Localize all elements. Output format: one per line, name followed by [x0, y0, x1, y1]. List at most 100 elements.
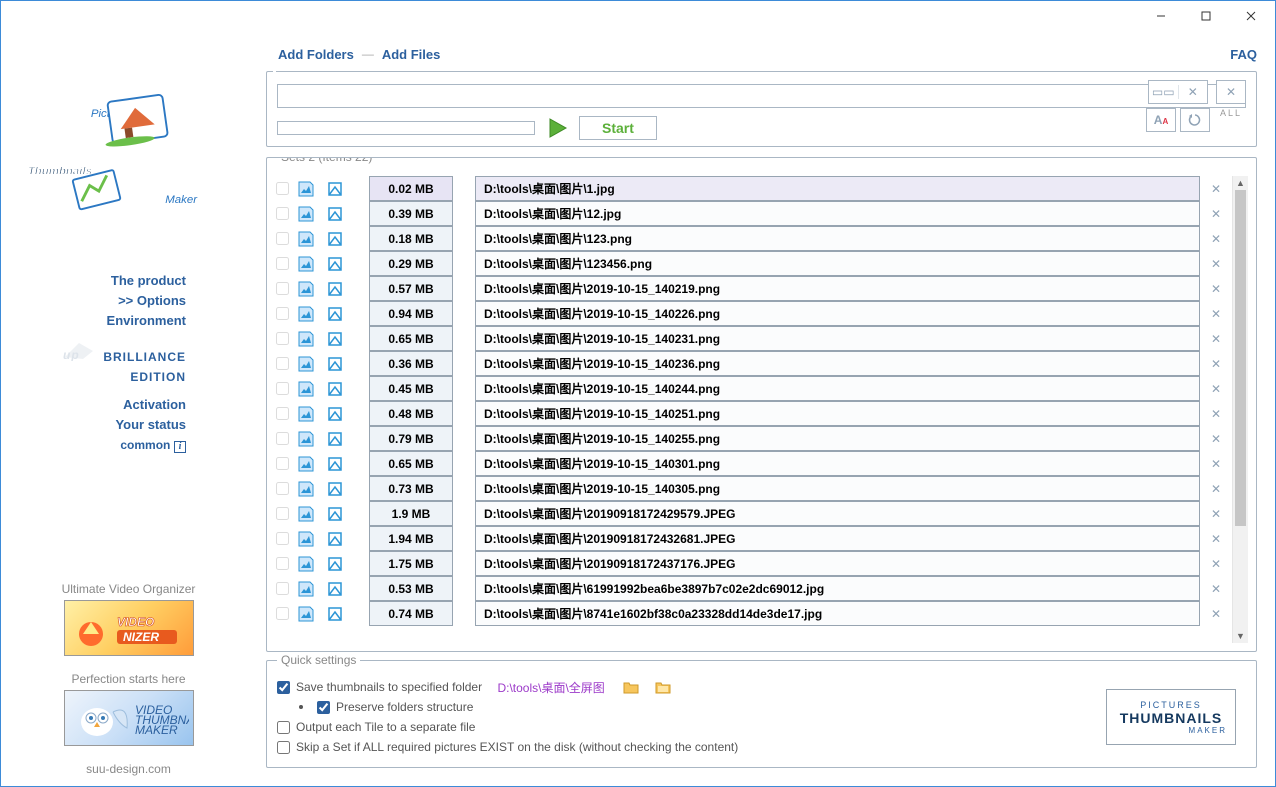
file-row[interactable]: 0.65 MBD:\tools\桌面\图片\2019-10-15_140301.… [275, 451, 1228, 476]
preview-icon[interactable] [293, 251, 318, 276]
maximize-button[interactable] [1183, 5, 1228, 27]
chk-skip-set[interactable] [277, 741, 290, 754]
play-icon[interactable] [545, 116, 569, 140]
preview-icon[interactable] [293, 476, 318, 501]
path-input[interactable] [277, 84, 1246, 108]
file-row[interactable]: 0.18 MBD:\tools\桌面\图片\123.png✕ [275, 226, 1228, 251]
row-delete-button[interactable]: ✕ [1204, 451, 1228, 476]
row-delete-button[interactable]: ✕ [1204, 426, 1228, 451]
settings-icon[interactable] [322, 301, 347, 326]
settings-icon[interactable] [322, 601, 347, 626]
settings-icon[interactable] [322, 326, 347, 351]
preview-icon[interactable] [293, 451, 318, 476]
link-product[interactable]: The product [11, 271, 186, 291]
file-row[interactable]: 0.29 MBD:\tools\桌面\图片\123456.png✕ [275, 251, 1228, 276]
file-row[interactable]: 0.53 MBD:\tools\桌面\图片\61991992bea6be3897… [275, 576, 1228, 601]
file-row[interactable]: 0.65 MBD:\tools\桌面\图片\2019-10-15_140231.… [275, 326, 1228, 351]
link-activation[interactable]: Activation [11, 395, 186, 415]
settings-icon[interactable] [322, 176, 347, 201]
row-checkbox[interactable] [275, 401, 289, 426]
scroll-up-icon[interactable]: ▲ [1233, 176, 1248, 190]
scroll-down-icon[interactable]: ▼ [1233, 629, 1248, 643]
row-delete-button[interactable]: ✕ [1204, 251, 1228, 276]
settings-icon[interactable] [322, 551, 347, 576]
minimize-button[interactable] [1138, 5, 1183, 27]
row-delete-button[interactable]: ✕ [1204, 176, 1228, 201]
row-delete-button[interactable]: ✕ [1204, 351, 1228, 376]
preview-icon[interactable] [293, 201, 318, 226]
refresh-button[interactable] [1180, 108, 1210, 132]
file-row[interactable]: 1.75 MBD:\tools\桌面\图片\20190918172437176.… [275, 551, 1228, 576]
row-checkbox[interactable] [275, 451, 289, 476]
close-button[interactable] [1228, 5, 1273, 27]
row-delete-button[interactable]: ✕ [1204, 551, 1228, 576]
row-checkbox[interactable] [275, 601, 289, 626]
preview-icon[interactable] [293, 576, 318, 601]
row-delete-button[interactable]: ✕ [1204, 326, 1228, 351]
row-checkbox[interactable] [275, 526, 289, 551]
save-path[interactable]: D:\tools\桌面\全屏图 [497, 679, 604, 696]
row-delete-button[interactable]: ✕ [1204, 576, 1228, 601]
layout-toggle-button[interactable]: ▭▭✕ [1148, 80, 1208, 104]
preview-icon[interactable] [293, 276, 318, 301]
clear-all-button[interactable]: ✕ [1216, 80, 1246, 104]
row-checkbox[interactable] [275, 501, 289, 526]
row-checkbox[interactable] [275, 376, 289, 401]
settings-icon[interactable] [322, 526, 347, 551]
file-row[interactable]: 0.57 MBD:\tools\桌面\图片\2019-10-15_140219.… [275, 276, 1228, 301]
settings-icon[interactable] [322, 276, 347, 301]
preview-icon[interactable] [293, 551, 318, 576]
preview-icon[interactable] [293, 601, 318, 626]
file-row[interactable]: 1.9 MBD:\tools\桌面\图片\20190918172429579.J… [275, 501, 1228, 526]
file-row[interactable]: 0.73 MBD:\tools\桌面\图片\2019-10-15_140305.… [275, 476, 1228, 501]
ptm-promo[interactable]: PICTURES THUMBNAILS MAKER [1106, 689, 1236, 745]
vtm-promo[interactable]: VIDEO THUMBNAILS MAKER [64, 690, 194, 746]
file-row[interactable]: 1.94 MBD:\tools\桌面\图片\20190918172432681.… [275, 526, 1228, 551]
row-checkbox[interactable] [275, 476, 289, 501]
row-delete-button[interactable]: ✕ [1204, 526, 1228, 551]
row-checkbox[interactable] [275, 301, 289, 326]
status-value[interactable]: common i [11, 435, 186, 455]
preview-icon[interactable] [293, 176, 318, 201]
settings-icon[interactable] [322, 401, 347, 426]
settings-icon[interactable] [322, 451, 347, 476]
row-checkbox[interactable] [275, 176, 289, 201]
scrollbar[interactable]: ▲ ▼ [1232, 176, 1248, 643]
file-row[interactable]: 0.02 MBD:\tools\桌面\图片\1.jpg✕ [275, 176, 1228, 201]
tab-add-folders[interactable]: Add Folders [274, 47, 358, 62]
settings-icon[interactable] [322, 226, 347, 251]
row-delete-button[interactable]: ✕ [1204, 401, 1228, 426]
row-checkbox[interactable] [275, 576, 289, 601]
tab-add-files[interactable]: Add Files [378, 47, 445, 62]
row-delete-button[interactable]: ✕ [1204, 476, 1228, 501]
preview-icon[interactable] [293, 301, 318, 326]
settings-icon[interactable] [322, 476, 347, 501]
file-row[interactable]: 0.48 MBD:\tools\桌面\图片\2019-10-15_140251.… [275, 401, 1228, 426]
preview-icon[interactable] [293, 426, 318, 451]
row-delete-button[interactable]: ✕ [1204, 201, 1228, 226]
file-row[interactable]: 0.74 MBD:\tools\桌面\图片\8741e1602bf38c0a23… [275, 601, 1228, 626]
settings-icon[interactable] [322, 501, 347, 526]
row-checkbox[interactable] [275, 426, 289, 451]
link-options[interactable]: >> Options [11, 291, 186, 311]
settings-icon[interactable] [322, 376, 347, 401]
start-button[interactable]: Start [579, 116, 657, 140]
row-delete-button[interactable]: ✕ [1204, 376, 1228, 401]
chk-output-tile[interactable] [277, 721, 290, 734]
preview-icon[interactable] [293, 501, 318, 526]
preview-icon[interactable] [293, 401, 318, 426]
file-row[interactable]: 0.39 MBD:\tools\桌面\图片\12.jpg✕ [275, 201, 1228, 226]
row-checkbox[interactable] [275, 276, 289, 301]
row-checkbox[interactable] [275, 201, 289, 226]
row-checkbox[interactable] [275, 251, 289, 276]
videonizer-promo[interactable]: VIDEO NIZER [64, 600, 194, 656]
scroll-thumb[interactable] [1235, 190, 1246, 526]
folder-icon[interactable] [655, 680, 671, 694]
link-environment[interactable]: Environment [11, 311, 186, 331]
settings-icon[interactable] [322, 351, 347, 376]
row-delete-button[interactable]: ✕ [1204, 301, 1228, 326]
preview-icon[interactable] [293, 376, 318, 401]
settings-icon[interactable] [322, 201, 347, 226]
file-row[interactable]: 0.45 MBD:\tools\桌面\图片\2019-10-15_140244.… [275, 376, 1228, 401]
folder-open-icon[interactable] [623, 680, 639, 694]
